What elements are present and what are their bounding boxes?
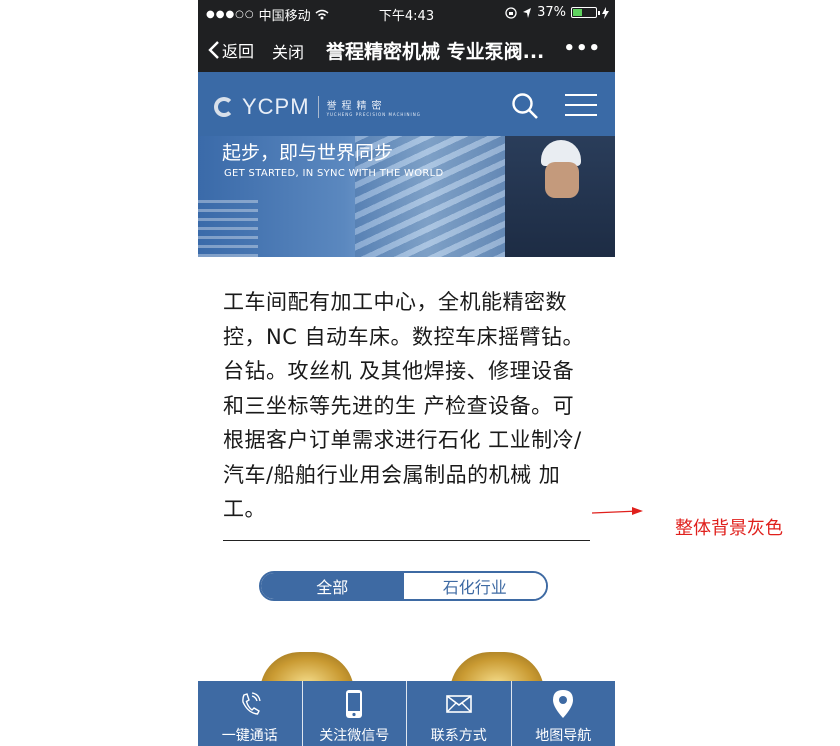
location-icon <box>523 7 532 18</box>
mail-icon <box>445 695 472 713</box>
logo-divider <box>317 96 319 118</box>
company-intro-text: 工车间配有加工中心，全机能精密数控，NC 自动车床。数控车床摇臂钻。台钻。攻丝机… <box>223 290 585 521</box>
bottom-tab-bar: 一键通话 关注微信号 联系方式 地图导航 <box>198 681 615 746</box>
close-button[interactable]: 关闭 <box>272 39 304 63</box>
divider <box>223 540 590 541</box>
annotation-note: 整体背景灰色 <box>675 518 783 539</box>
logo-english: YUCHENG PRECISION MACHINING <box>326 112 421 117</box>
battery-icon <box>571 7 600 18</box>
phone-screen: ●●●○○ 中国移动 下午4:43 37% 返回 关闭 誉程精密机械 专业泵阀.… <box>198 0 615 746</box>
filter-tab-petrochemical[interactable]: 石化行业 <box>403 573 546 599</box>
hero-banner: 起步，即与世界同步 GET STARTED, IN SYNC WITH THE … <box>198 136 615 257</box>
status-bar: ●●●○○ 中国移动 下午4:43 37% <box>198 0 615 26</box>
more-menu-button[interactable]: ••• <box>563 38 601 59</box>
banner-machine-image <box>198 196 258 257</box>
filter-tab-all[interactable]: 全部 <box>261 573 404 599</box>
rotation-lock-icon <box>505 6 517 19</box>
tab-label: 一键通话 <box>221 728 278 744</box>
annotation-arrow-icon <box>592 507 643 515</box>
wechat-nav-bar: 返回 关闭 誉程精密机械 专业泵阀... ••• <box>198 26 615 72</box>
site-header: YCPM 誉程精密 YUCHENG PRECISION MACHINING <box>198 72 615 136</box>
banner-slogan-english: GET STARTED, IN SYNC WITH THE WORLD <box>224 168 444 179</box>
logo-chinese: 誉程精密 <box>326 101 387 112</box>
site-logo[interactable]: YCPM 誉程精密 YUCHENG PRECISION MACHINING <box>214 94 421 120</box>
chevron-left-icon <box>208 41 219 59</box>
back-button[interactable]: 返回 <box>208 38 254 62</box>
battery-percent: 37% <box>537 5 566 20</box>
banner-slogan: 起步，即与世界同步 <box>222 142 394 164</box>
tab-contact[interactable]: 联系方式 <box>406 681 511 746</box>
back-label: 返回 <box>222 42 255 61</box>
tab-call[interactable]: 一键通话 <box>198 681 302 746</box>
charging-icon <box>602 6 609 19</box>
tab-label: 地图导航 <box>535 728 592 744</box>
tab-wechat[interactable]: 关注微信号 <box>301 681 407 746</box>
menu-icon[interactable] <box>565 94 597 116</box>
page-title: 誉程精密机械 专业泵阀... <box>326 41 545 63</box>
search-button[interactable] <box>511 92 539 120</box>
tab-map[interactable]: 地图导航 <box>510 681 616 746</box>
search-icon <box>512 93 538 119</box>
phone-icon <box>241 692 261 715</box>
tab-label: 关注微信号 <box>319 728 390 744</box>
map-pin-icon <box>553 690 574 718</box>
category-filter: 全部 石化行业 <box>259 571 548 601</box>
logo-text: YCPM <box>242 94 310 119</box>
mobile-icon <box>346 690 363 718</box>
logo-mark-icon <box>214 97 234 117</box>
tab-label: 联系方式 <box>430 728 487 744</box>
